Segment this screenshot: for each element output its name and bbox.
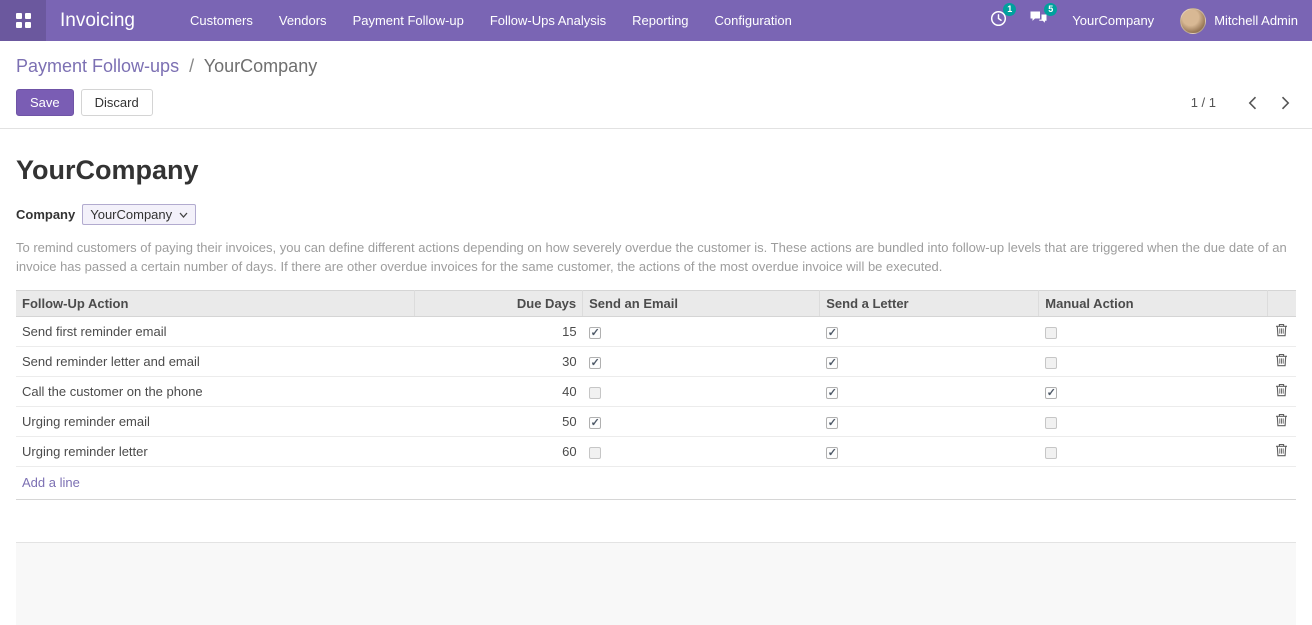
send-letter-checkbox[interactable] — [826, 357, 838, 369]
menu-follow-ups-analysis[interactable]: Follow-Ups Analysis — [477, 0, 619, 41]
row-due-days-cell[interactable]: 40 — [415, 377, 583, 407]
company-select[interactable]: YourCompany — [82, 204, 196, 225]
activity-count-badge: 1 — [1003, 3, 1016, 16]
table-row[interactable]: Call the customer on the phone 40 — [16, 377, 1296, 407]
send-email-checkbox[interactable] — [589, 357, 601, 369]
row-action-cell[interactable]: Send reminder letter and email — [16, 347, 415, 377]
table-row[interactable]: Urging reminder email 50 — [16, 407, 1296, 437]
company-field-row: Company YourCompany — [16, 204, 1296, 225]
row-due-days-cell[interactable]: 15 — [415, 317, 583, 347]
pager-value[interactable]: 1 / 1 — [1191, 95, 1216, 110]
table-row[interactable]: Send first reminder email 15 — [16, 317, 1296, 347]
menu-vendors[interactable]: Vendors — [266, 0, 340, 41]
row-due-days-cell[interactable]: 50 — [415, 407, 583, 437]
header-send-an-email: Send an Email — [583, 291, 820, 317]
delete-row-icon[interactable] — [1275, 353, 1288, 367]
followup-table-body: Send first reminder email 15 Send remind… — [16, 317, 1296, 467]
company-select-value: YourCompany — [90, 207, 172, 222]
messages-button[interactable]: 5 — [1029, 10, 1048, 31]
form-sheet: YourCompany Company YourCompany To remin… — [0, 129, 1312, 625]
bottom-filler — [16, 542, 1296, 625]
add-a-line-link[interactable]: Add a line — [22, 475, 80, 490]
row-action-cell[interactable]: Call the customer on the phone — [16, 377, 415, 407]
control-bar: Save Discard 1 / 1 — [0, 77, 1312, 129]
send-email-checkbox[interactable] — [589, 387, 601, 399]
save-button[interactable]: Save — [16, 89, 74, 116]
top-navbar: Invoicing Customers Vendors Payment Foll… — [0, 0, 1312, 41]
manual-action-checkbox[interactable] — [1045, 447, 1057, 459]
header-send-a-letter: Send a Letter — [820, 291, 1039, 317]
header-actions-spacer — [1268, 291, 1296, 317]
activities-button[interactable]: 1 — [990, 10, 1007, 32]
manual-action-checkbox[interactable] — [1045, 387, 1057, 399]
breadcrumb-separator: / — [189, 56, 194, 76]
messages-count-badge: 5 — [1044, 3, 1057, 16]
apps-grid-icon — [16, 13, 31, 28]
header-due-days: Due Days — [415, 291, 583, 317]
manual-action-checkbox[interactable] — [1045, 417, 1057, 429]
delete-row-icon[interactable] — [1275, 413, 1288, 427]
user-name: Mitchell Admin — [1214, 13, 1298, 28]
row-action-cell[interactable]: Urging reminder letter — [16, 437, 415, 467]
delete-row-icon[interactable] — [1275, 383, 1288, 397]
breadcrumb-current: YourCompany — [204, 56, 317, 76]
followup-description: To remind customers of paying their invo… — [16, 238, 1296, 276]
row-due-days-cell[interactable]: 60 — [415, 437, 583, 467]
row-action-cell[interactable]: Urging reminder email — [16, 407, 415, 437]
menu-reporting[interactable]: Reporting — [619, 0, 701, 41]
main-menu: Customers Vendors Payment Follow-up Foll… — [177, 0, 805, 41]
breadcrumb-parent-link[interactable]: Payment Follow-ups — [16, 56, 179, 76]
pager-previous-button[interactable] — [1242, 94, 1263, 112]
user-avatar — [1180, 8, 1206, 34]
table-header-row: Follow-Up Action Due Days Send an Email … — [16, 291, 1296, 317]
pager-next-button[interactable] — [1275, 94, 1296, 112]
breadcrumb: Payment Follow-ups / YourCompany — [0, 41, 1312, 77]
send-letter-checkbox[interactable] — [826, 387, 838, 399]
send-letter-checkbox[interactable] — [826, 417, 838, 429]
send-email-checkbox[interactable] — [589, 417, 601, 429]
send-letter-checkbox[interactable] — [826, 327, 838, 339]
page-title: YourCompany — [16, 129, 1296, 204]
row-action-cell[interactable]: Send first reminder email — [16, 317, 415, 347]
apps-menu-button[interactable] — [0, 0, 46, 41]
add-line-row: Add a line — [16, 467, 1296, 500]
row-due-days-cell[interactable]: 30 — [415, 347, 583, 377]
header-followup-action: Follow-Up Action — [16, 291, 415, 317]
manual-action-checkbox[interactable] — [1045, 357, 1057, 369]
navbar-right: 1 5 YourCompany Mitchell Admin — [968, 8, 1312, 34]
app-name[interactable]: Invoicing — [60, 10, 135, 32]
menu-configuration[interactable]: Configuration — [702, 0, 805, 41]
header-manual-action: Manual Action — [1039, 291, 1268, 317]
pager: 1 / 1 — [1191, 94, 1296, 112]
followup-table: Follow-Up Action Due Days Send an Email … — [16, 290, 1296, 499]
menu-payment-follow-up[interactable]: Payment Follow-up — [340, 0, 477, 41]
followup-table-container: Follow-Up Action Due Days Send an Email … — [16, 290, 1296, 500]
manual-action-checkbox[interactable] — [1045, 327, 1057, 339]
user-menu[interactable]: Mitchell Admin — [1180, 8, 1298, 34]
table-row[interactable]: Send reminder letter and email 30 — [16, 347, 1296, 377]
company-field-label: Company — [16, 207, 75, 222]
send-letter-checkbox[interactable] — [826, 447, 838, 459]
company-switcher[interactable]: YourCompany — [1072, 13, 1154, 28]
table-row[interactable]: Urging reminder letter 60 — [16, 437, 1296, 467]
discard-button[interactable]: Discard — [81, 89, 153, 116]
send-email-checkbox[interactable] — [589, 327, 601, 339]
delete-row-icon[interactable] — [1275, 443, 1288, 457]
send-email-checkbox[interactable] — [589, 447, 601, 459]
chevron-down-icon — [179, 212, 188, 218]
menu-customers[interactable]: Customers — [177, 0, 266, 41]
delete-row-icon[interactable] — [1275, 323, 1288, 337]
